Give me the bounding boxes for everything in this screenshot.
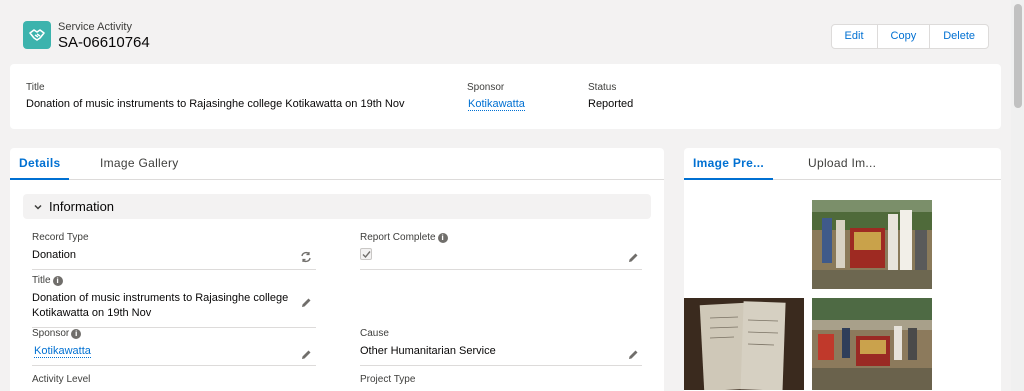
report-complete-checkbox xyxy=(360,248,372,260)
action-button-group: Edit Copy Delete xyxy=(830,24,989,49)
gallery-image[interactable] xyxy=(684,298,804,390)
project-type-label: Project Type xyxy=(360,374,416,385)
highlight-sponsor-link[interactable]: Kotikawatta xyxy=(468,98,525,111)
delete-button[interactable]: Delete xyxy=(930,25,988,48)
gallery-image[interactable] xyxy=(812,298,932,390)
tab-upload-image[interactable]: Upload Im... xyxy=(808,148,876,180)
field-divider xyxy=(32,365,316,366)
page-scrollbar-thumb[interactable] xyxy=(1014,4,1022,108)
info-icon[interactable]: i xyxy=(437,232,448,243)
activity-level-label: Activity Level xyxy=(32,374,91,385)
tab-image-gallery[interactable]: Image Gallery xyxy=(100,148,179,180)
sponsor-label: Sponsor xyxy=(32,328,70,339)
highlight-title-value: Donation of music instruments to Rajasin… xyxy=(26,98,405,110)
tab-image-preview[interactable]: Image Pre... xyxy=(684,148,773,180)
cause-label: Cause xyxy=(360,328,389,339)
info-icon[interactable]: i xyxy=(52,275,63,286)
information-section-header[interactable]: Information xyxy=(23,194,651,219)
highlight-title-label: Title xyxy=(26,82,45,93)
object-label: Service Activity xyxy=(58,21,132,33)
details-card: Details Image Gallery Information Record… xyxy=(10,148,664,391)
image-tab-bar: Image Pre... Upload Im... xyxy=(684,148,1001,180)
chevron-down-icon xyxy=(33,202,43,212)
image-preview-card: Image Pre... Upload Im... xyxy=(684,148,1001,391)
field-divider xyxy=(360,269,642,270)
report-complete-label: Report Complete xyxy=(360,232,436,243)
edit-button[interactable]: Edit xyxy=(832,25,878,48)
cause-value: Other Humanitarian Service xyxy=(360,345,496,357)
field-report-complete: Report Complete i xyxy=(360,232,642,270)
field-sponsor: Sponsor i Kotikawatta xyxy=(32,328,316,366)
field-record-type: Record Type Donation xyxy=(32,232,316,270)
field-activity-level: Activity Level xyxy=(32,374,90,385)
record-name: SA-06610764 xyxy=(58,34,150,51)
field-title: Title i Donation of music instruments to … xyxy=(32,275,316,328)
tab-details[interactable]: Details xyxy=(10,148,70,180)
field-project-type: Project Type xyxy=(360,374,415,385)
highlight-status-label: Status xyxy=(588,82,617,93)
record-type-label: Record Type xyxy=(32,232,89,243)
field-cause: Cause Other Humanitarian Service xyxy=(360,328,642,366)
handshake-icon xyxy=(23,21,51,49)
field-divider xyxy=(360,365,642,366)
highlight-sponsor-label: Sponsor xyxy=(467,82,505,93)
title-label: Title xyxy=(32,275,51,286)
gallery-image[interactable] xyxy=(812,200,932,289)
title-value: Donation of music instruments to Rajasin… xyxy=(32,292,289,319)
details-tab-bar: Details Image Gallery xyxy=(10,148,664,180)
highlight-status-value: Reported xyxy=(588,98,634,110)
section-title: Information xyxy=(49,199,115,214)
edit-pencil-icon[interactable] xyxy=(300,296,312,308)
sponsor-link[interactable]: Kotikawatta xyxy=(34,345,91,358)
copy-button[interactable]: Copy xyxy=(878,25,931,48)
highlight-title: Title Donation of music instruments to R… xyxy=(26,82,405,110)
field-divider xyxy=(32,269,316,270)
edit-pencil-icon[interactable] xyxy=(627,348,639,360)
change-record-type-icon[interactable] xyxy=(300,250,312,263)
record-type-value: Donation xyxy=(32,249,77,261)
info-icon[interactable]: i xyxy=(71,328,82,339)
highlights-panel: Title Donation of music instruments to R… xyxy=(10,64,1001,129)
highlight-sponsor: Sponsor Kotikawatta xyxy=(467,82,525,111)
edit-pencil-icon[interactable] xyxy=(627,251,639,263)
record-header: Service Activity SA-06610764 Edit Copy D… xyxy=(10,10,1001,64)
edit-pencil-icon[interactable] xyxy=(300,348,312,360)
highlight-status: Status Reported xyxy=(588,82,633,110)
